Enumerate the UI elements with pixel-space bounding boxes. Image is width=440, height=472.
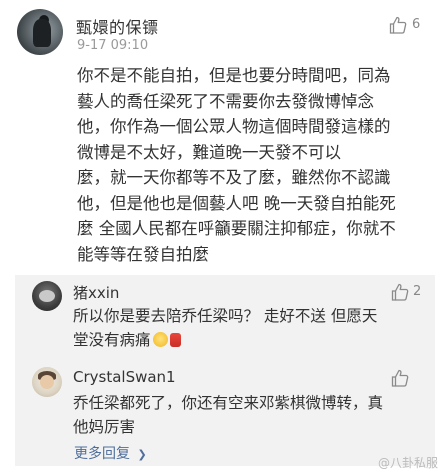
avatar[interactable] [17,9,63,55]
more-replies-link[interactable]: 更多回复 ❯ [74,443,147,463]
reply-text-line: 他妈厉害 [73,417,136,436]
reply-item: 猪xxin 2 所以你是要去陪乔任梁吗？ 走好不送 但愿天 堂没有病痛 [15,275,435,367]
comment-text-line: 他，但是他也是個藝人吧 晚一天發自拍能死 [77,193,396,213]
thumbs-up-icon[interactable] [390,368,410,388]
comment-text-line: 麼，就一天你都等不及了麼，雖然你不認識 [77,168,391,187]
reply-text-line: 所以你是要去陪乔任梁吗？ 走好不送 但愿天 [73,307,378,325]
reply-username[interactable]: 猪xxin [73,282,119,303]
reply-username[interactable]: CrystalSwan1 [73,368,176,386]
replies-panel: 猪xxin 2 所以你是要去陪乔任梁吗？ 走好不送 但愿天 堂没有病痛 Crys… [15,275,435,466]
like-count: 6 [412,17,421,32]
comment-text-line: 微博是不太好，難道晚一天發不可以 [77,142,341,162]
smiley-emoji [152,331,168,347]
comment-text-line: 你不是不能自拍，但是也要分時間吧，同為 [77,66,391,85]
more-replies-label: 更多回复 [74,446,130,462]
reply-item: CrystalSwan1 乔任梁都死了，你还有空来邓紫棋微博转，真 他妈厉害 [15,361,435,441]
red-bag-emoji [169,332,181,347]
reply-text: 所以你是要去陪乔任梁吗？ 走好不送 但愿天 堂没有病痛 [73,305,413,352]
avatar[interactable] [32,281,62,311]
main-comment: 甄嬛的保镖 9-17 09:10 6 你不是不能自拍，但是也要分時間吧，同為 藝… [0,0,440,275]
comment-text-line: 麼 全國人民都在呼籲要關注抑郁症，你就不 [77,219,396,238]
comment-timestamp: 9-17 09:10 [77,38,149,53]
comment-username[interactable]: 甄嬛的保镖 [76,14,159,38]
reply-text: 乔任梁都死了，你还有空来邓紫棋微博转，真 他妈厉害 [73,392,413,439]
like-count: 2 [413,284,422,299]
avatar[interactable] [32,367,62,397]
chevron-right-icon: ❯ [137,448,147,461]
reply-text-line: 堂没有病痛 [73,329,413,353]
comment-text-line: 藝人的喬任梁死了不需要你去發微博悼念 [77,91,374,111]
reply-text-fragment: 堂没有病痛 [73,330,151,349]
thumbs-up-icon[interactable] [390,282,410,302]
comment-text: 你不是不能自拍，但是也要分時間吧，同為 藝人的喬任梁死了不需要你去發微博悼念 他… [77,63,419,267]
reply-text-line: 乔任梁都死了，你还有空来邓紫棋微博转，真 [73,394,384,412]
thumbs-up-icon[interactable] [388,15,408,35]
watermark: @八卦私服 [378,456,439,470]
comment-text-line: 能等等在發自拍麼 [77,244,209,264]
comment-text-line: 他，你作為一個公眾人物這個時間發這樣的 [77,117,391,136]
